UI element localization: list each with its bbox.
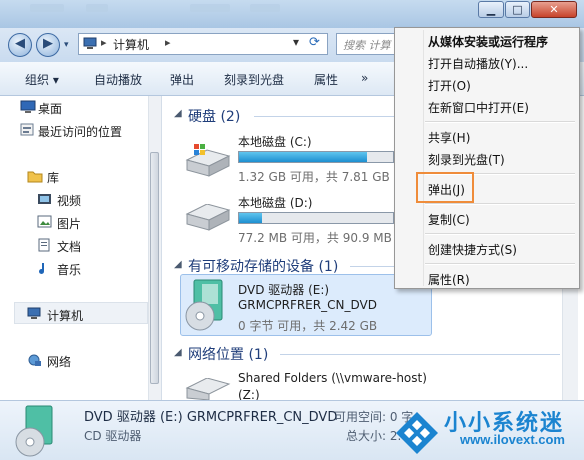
- maximize-button[interactable]: □: [505, 1, 530, 18]
- breadcrumb-separator-icon[interactable]: ▸: [101, 36, 107, 49]
- status-title: DVD 驱动器 (E:) GRMCPRFRER_CN_DVD: [84, 410, 338, 425]
- drive-c-free: 1.32 GB 可用，共 7.81 GB: [238, 170, 390, 184]
- drive-c-usage-bar: [238, 151, 394, 163]
- menu-item-open-new-window[interactable]: 在新窗口中打开(E): [428, 99, 529, 116]
- search-input[interactable]: 搜索 计算: [336, 33, 400, 55]
- watermark-url: www.ilovext.com: [460, 432, 565, 447]
- nav-label-computer: 计算机: [47, 309, 84, 323]
- menu-separator: [425, 263, 575, 265]
- menu-item-install-run[interactable]: 从媒体安装或运行程序: [428, 33, 548, 50]
- properties-button[interactable]: 属性: [314, 71, 338, 88]
- drive-d-name[interactable]: 本地磁盘 (D:): [238, 194, 312, 211]
- drive-d-icon: [185, 204, 231, 231]
- nav-item-network[interactable]: 网络: [47, 353, 71, 370]
- drive-d-free: 77.2 MB 可用，共 90.9 MB: [238, 231, 392, 245]
- network-group-divider: [280, 354, 560, 355]
- nav-item-desktop[interactable]: 桌面: [38, 100, 62, 117]
- library-icon: [27, 171, 43, 183]
- desktop-icon: [20, 100, 36, 113]
- menu-item-open-autoplay[interactable]: 打开自动播放(Y)...: [428, 55, 528, 72]
- organize-button[interactable]: 组织 ▾: [25, 71, 59, 88]
- hdd-group-collapse-icon[interactable]: ◢: [174, 108, 182, 119]
- nav-scrollbar-thumb[interactable]: [150, 152, 159, 384]
- status-dvd-icon: [15, 405, 53, 457]
- address-dropdown-icon[interactable]: ▾: [293, 35, 299, 49]
- forward-button[interactable]: ▶: [36, 33, 60, 57]
- autoplay-button[interactable]: 自动播放: [94, 71, 142, 88]
- computer-nav-icon: [27, 307, 41, 319]
- eject-button[interactable]: 弹出: [170, 71, 194, 88]
- nav-item-recent-places[interactable]: 最近访问的位置: [38, 123, 122, 140]
- drive-c-usage-fill: [239, 152, 367, 162]
- menu-separator: [425, 233, 575, 235]
- nav-item-documents[interactable]: 文档: [57, 238, 81, 255]
- network-drive-icon: [185, 378, 231, 400]
- documents-icon: [38, 238, 50, 252]
- music-icon: [39, 263, 44, 274]
- removable-group-collapse-icon[interactable]: ◢: [174, 259, 182, 270]
- network-icon: [28, 354, 41, 366]
- drive-c-icon: [185, 144, 231, 177]
- watermark-logo-icon: [396, 412, 438, 454]
- hdd-group-divider: [254, 116, 404, 117]
- dvd-drive-free: 0 字节 可用，共 2.42 GB: [238, 319, 378, 333]
- network-group-header[interactable]: 网络位置 (1): [188, 344, 268, 364]
- menu-separator: [425, 203, 575, 205]
- menu-item-create-shortcut[interactable]: 创建快捷方式(S): [428, 241, 517, 258]
- pictures-icon: [37, 215, 52, 228]
- removable-group-header[interactable]: 有可移动存储的设备 (1): [188, 256, 338, 276]
- breadcrumb-computer[interactable]: 计算机: [113, 36, 149, 53]
- menu-item-share[interactable]: 共享(H): [428, 129, 470, 146]
- menu-item-properties[interactable]: 属性(R): [428, 271, 470, 288]
- computer-icon: [83, 37, 97, 49]
- back-button[interactable]: ◀: [8, 33, 32, 57]
- search-placeholder: 搜索 计算: [343, 39, 391, 52]
- menu-item-burn[interactable]: 刻录到光盘(T): [428, 151, 505, 168]
- close-button[interactable]: ✕: [531, 1, 577, 18]
- refresh-icon[interactable]: ⟳: [309, 35, 320, 50]
- dvd-drive-icon: [185, 279, 223, 331]
- dvd-drive-label: GRMCPRFRER_CN_DVD: [238, 298, 377, 312]
- network-group-collapse-icon[interactable]: ◢: [174, 347, 182, 358]
- nav-item-videos[interactable]: 视频: [57, 192, 81, 209]
- menu-gutter: [423, 30, 424, 286]
- content-scrollbar[interactable]: [562, 288, 578, 400]
- dvd-drive-name: DVD 驱动器 (E:): [238, 283, 330, 297]
- nav-item-music[interactable]: 音乐: [57, 261, 81, 278]
- breadcrumb-arrow-icon[interactable]: ▸: [165, 36, 171, 49]
- drive-d-usage-bar: [238, 212, 394, 224]
- menu-item-open[interactable]: 打开(O): [428, 77, 471, 94]
- recent-pages-icon[interactable]: ▾: [64, 40, 69, 50]
- status-type: CD 驱动器: [84, 429, 142, 443]
- address-bar[interactable]: ▸ 计算机 ▸ ▾ ⟳: [78, 33, 328, 55]
- more-commands-button[interactable]: »: [361, 71, 368, 85]
- recent-places-icon: [20, 123, 34, 136]
- nav-item-library[interactable]: 库: [47, 169, 59, 186]
- drive-c-name[interactable]: 本地磁盘 (C:): [238, 133, 312, 150]
- minimize-button[interactable]: ▁: [478, 1, 504, 18]
- eject-highlight-box: [416, 172, 474, 203]
- video-icon: [38, 194, 51, 204]
- menu-separator: [425, 121, 575, 123]
- menu-item-copy[interactable]: 复制(C): [428, 211, 470, 228]
- nav-item-pictures[interactable]: 图片: [57, 215, 81, 232]
- shared-folders-name[interactable]: Shared Folders (\\vmware-host): [238, 371, 427, 385]
- hdd-group-header[interactable]: 硬盘 (2): [188, 106, 240, 126]
- drive-d-usage-fill: [239, 213, 263, 223]
- context-menu: 从媒体安装或运行程序 打开自动播放(Y)... 打开(O) 在新窗口中打开(E)…: [394, 27, 580, 289]
- title-bar: ▁ □ ✕: [0, 0, 584, 28]
- burn-button[interactable]: 刻录到光盘: [224, 71, 284, 88]
